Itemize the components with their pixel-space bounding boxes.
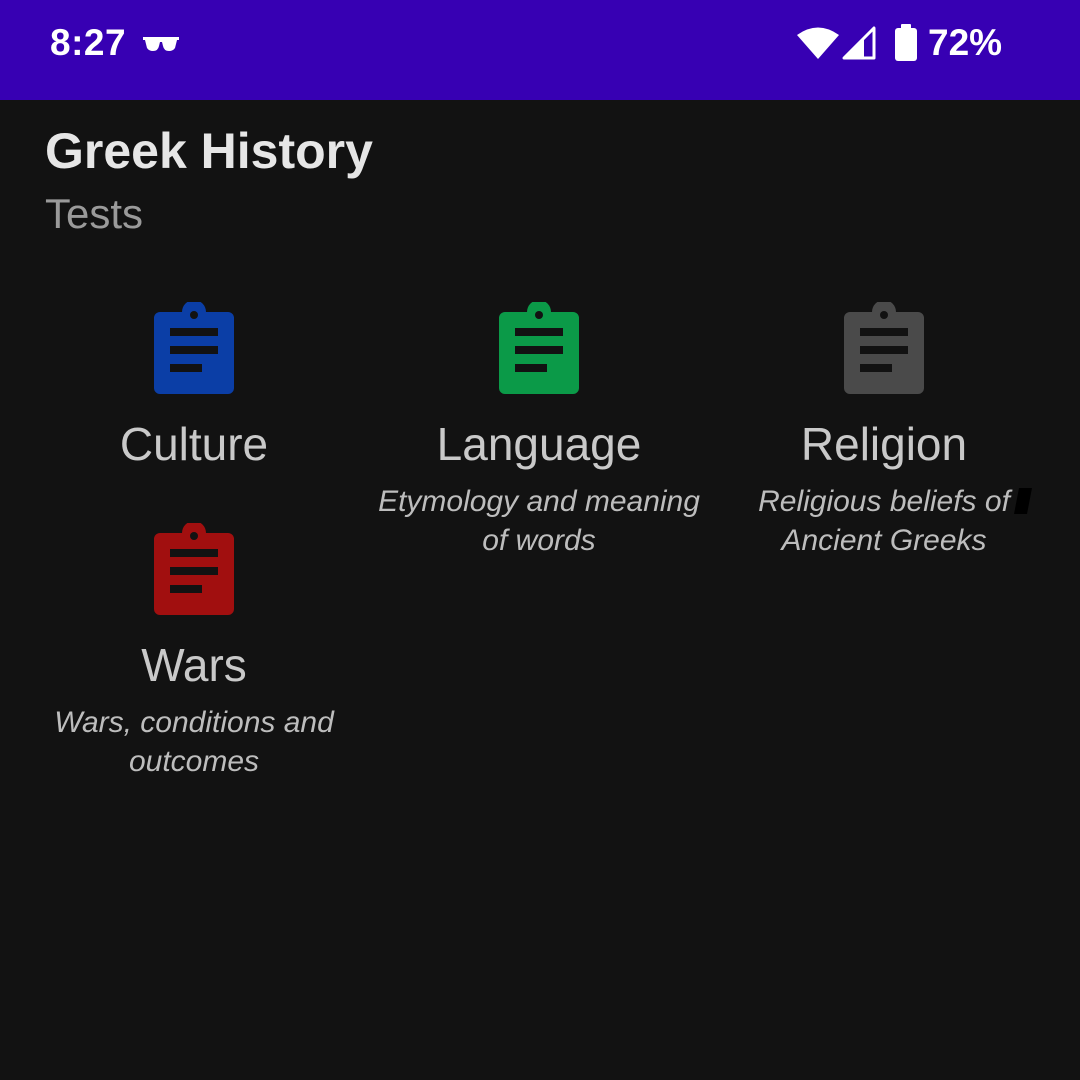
status-time: 8:27 [50, 22, 127, 63]
render-artifact [1014, 488, 1032, 514]
glasses-icon [143, 37, 179, 51]
battery-icon [895, 24, 917, 61]
clipboard-icon [154, 302, 234, 394]
page-subtitle: Tests [45, 190, 144, 237]
clipboard-icon [499, 302, 579, 394]
page-title: Greek History [45, 123, 373, 179]
page-header: Greek History Tests [45, 120, 373, 240]
test-description: Wars, conditions and outcomes [54, 706, 334, 778]
test-tile-religion[interactable]: Religion Religious beliefs of Ancient Gr… [714, 302, 1054, 560]
test-title: Culture [119, 418, 269, 470]
battery-percentage: 72% [928, 22, 1003, 63]
test-description: Religious beliefs of Ancient Greeks [758, 485, 1010, 557]
test-title: Language [436, 418, 642, 470]
test-description: Etymology and meaning of words [378, 485, 700, 557]
wifi-icon [797, 27, 839, 59]
test-tile-culture[interactable]: Culture [24, 302, 364, 472]
test-tile-wars[interactable]: Wars Wars, conditions and outcomes [24, 523, 364, 781]
clipboard-icon [154, 523, 234, 615]
cell-signal-icon [842, 26, 876, 60]
status-bar: 8:27 72% [0, 0, 1080, 100]
test-title: Wars [141, 639, 247, 691]
clipboard-icon [844, 302, 924, 394]
test-tile-language[interactable]: Language Etymology and meaning of words [369, 302, 709, 560]
test-title: Religion [800, 418, 968, 470]
